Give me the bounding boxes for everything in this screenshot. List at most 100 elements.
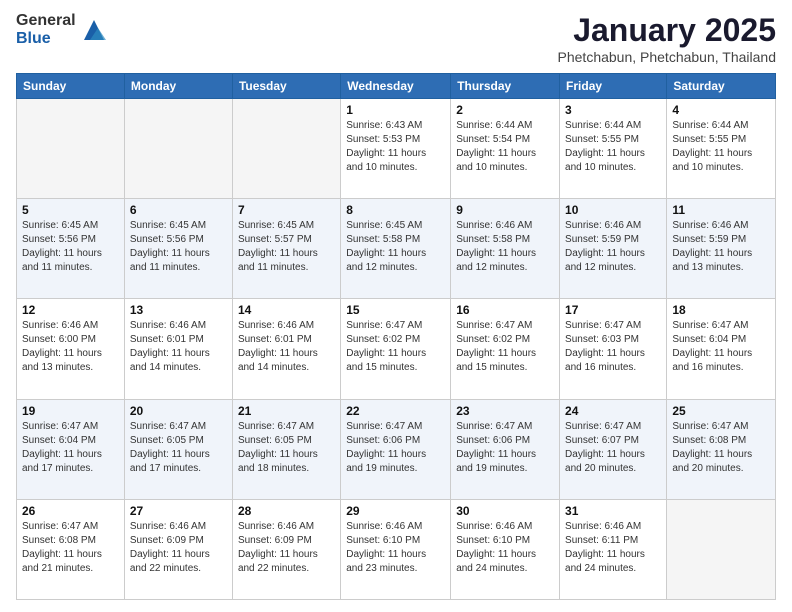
day-info: Sunrise: 6:46 AMSunset: 6:10 PMDaylight:… xyxy=(456,520,554,576)
logo: General Blue xyxy=(16,12,108,47)
day-number: 2 xyxy=(456,103,554,117)
calendar-day-cell: 31 Sunrise: 6:46 AMSunset: 6:11 PMDayligh… xyxy=(560,499,667,599)
logo-blue: Blue xyxy=(16,30,76,48)
day-number: 8 xyxy=(346,203,445,217)
calendar-day-cell: 14 Sunrise: 6:46 AMSunset: 6:01 PMDayligh… xyxy=(232,299,340,399)
day-number: 4 xyxy=(672,103,770,117)
day-number: 14 xyxy=(238,303,335,317)
logo-icon xyxy=(80,16,108,44)
calendar-day-cell xyxy=(667,499,776,599)
calendar-day-cell: 18 Sunrise: 6:47 AMSunset: 6:04 PMDayligh… xyxy=(667,299,776,399)
day-number: 22 xyxy=(346,404,445,418)
day-info: Sunrise: 6:47 AMSunset: 6:05 PMDaylight:… xyxy=(130,420,227,476)
day-info: Sunrise: 6:45 AMSunset: 5:57 PMDaylight:… xyxy=(238,219,335,275)
calendar-day-cell: 19Sunrise: 6:47 AMSunset: 6:04 PMDayligh… xyxy=(17,399,125,499)
weekday-header-cell: Monday xyxy=(124,74,232,99)
calendar-day-cell xyxy=(124,99,232,199)
day-number: 3 xyxy=(565,103,661,117)
day-number: 7 xyxy=(238,203,335,217)
day-number: 13 xyxy=(130,303,227,317)
weekday-header-cell: Saturday xyxy=(667,74,776,99)
day-number: 25 xyxy=(672,404,770,418)
day-info: Sunrise: 6:46 AMSunset: 6:09 PMDaylight:… xyxy=(130,520,227,576)
day-info: Sunrise: 6:46 AMSunset: 6:01 PMDaylight:… xyxy=(238,319,335,375)
day-number: 5 xyxy=(22,203,119,217)
day-number: 31 xyxy=(565,504,661,518)
day-info: Sunrise: 6:44 AMSunset: 5:55 PMDaylight:… xyxy=(672,119,770,175)
calendar-day-cell: 24 Sunrise: 6:47 AMSunset: 6:07 PMDayligh… xyxy=(560,399,667,499)
weekday-header-cell: Wednesday xyxy=(341,74,451,99)
day-number: 27 xyxy=(130,504,227,518)
calendar-day-cell: 9Sunrise: 6:46 AMSunset: 5:58 PMDaylight… xyxy=(451,199,560,299)
calendar-day-cell: 5 Sunrise: 6:45 AMSunset: 5:56 PMDaylight… xyxy=(17,199,125,299)
day-info: Sunrise: 6:47 AMSunset: 6:07 PMDaylight:… xyxy=(565,420,661,476)
day-info: Sunrise: 6:46 AMSunset: 6:00 PMDaylight:… xyxy=(22,319,119,375)
page: General Blue January 2025 Phetchabun, Ph… xyxy=(0,0,792,612)
main-title: January 2025 xyxy=(558,12,776,49)
day-info: Sunrise: 6:47 AMSunset: 6:02 PMDaylight:… xyxy=(456,319,554,375)
calendar-body: 1 Sunrise: 6:43 AMSunset: 5:53 PMDaylight… xyxy=(17,99,776,600)
calendar-table: SundayMondayTuesdayWednesdayThursdayFrid… xyxy=(16,73,776,600)
calendar-week-row: 26Sunrise: 6:47 AMSunset: 6:08 PMDayligh… xyxy=(17,499,776,599)
day-number: 30 xyxy=(456,504,554,518)
day-info: Sunrise: 6:45 AMSunset: 5:56 PMDaylight:… xyxy=(130,219,227,275)
day-info: Sunrise: 6:47 AMSunset: 6:04 PMDaylight:… xyxy=(22,420,119,476)
calendar-day-cell: 28Sunrise: 6:46 AMSunset: 6:09 PMDayligh… xyxy=(232,499,340,599)
calendar-day-cell: 16 Sunrise: 6:47 AMSunset: 6:02 PMDayligh… xyxy=(451,299,560,399)
day-number: 15 xyxy=(346,303,445,317)
day-info: Sunrise: 6:46 AMSunset: 5:59 PMDaylight:… xyxy=(565,219,661,275)
calendar-day-cell: 27 Sunrise: 6:46 AMSunset: 6:09 PMDayligh… xyxy=(124,499,232,599)
day-info: Sunrise: 6:47 AMSunset: 6:08 PMDaylight:… xyxy=(672,420,770,476)
day-number: 12 xyxy=(22,303,119,317)
day-number: 29 xyxy=(346,504,445,518)
day-info: Sunrise: 6:47 AMSunset: 6:08 PMDaylight:… xyxy=(22,520,119,576)
calendar-day-cell: 11Sunrise: 6:46 AMSunset: 5:59 PMDayligh… xyxy=(667,199,776,299)
day-info: Sunrise: 6:47 AMSunset: 6:05 PMDaylight:… xyxy=(238,420,335,476)
day-number: 17 xyxy=(565,303,661,317)
calendar-day-cell: 20 Sunrise: 6:47 AMSunset: 6:05 PMDayligh… xyxy=(124,399,232,499)
day-info: Sunrise: 6:47 AMSunset: 6:02 PMDaylight:… xyxy=(346,319,445,375)
calendar-day-cell: 30 Sunrise: 6:46 AMSunset: 6:10 PMDayligh… xyxy=(451,499,560,599)
day-info: Sunrise: 6:46 AMSunset: 6:10 PMDaylight:… xyxy=(346,520,445,576)
calendar-day-cell xyxy=(17,99,125,199)
logo-general: General xyxy=(16,12,76,30)
calendar-day-cell: 1 Sunrise: 6:43 AMSunset: 5:53 PMDaylight… xyxy=(341,99,451,199)
calendar-day-cell: 13 Sunrise: 6:46 AMSunset: 6:01 PMDayligh… xyxy=(124,299,232,399)
day-number: 28 xyxy=(238,504,335,518)
calendar-day-cell: 2 Sunrise: 6:44 AMSunset: 5:54 PMDaylight… xyxy=(451,99,560,199)
day-number: 11 xyxy=(672,203,770,217)
calendar-day-cell: 22Sunrise: 6:47 AMSunset: 6:06 PMDayligh… xyxy=(341,399,451,499)
calendar-day-cell: 26Sunrise: 6:47 AMSunset: 6:08 PMDayligh… xyxy=(17,499,125,599)
day-info: Sunrise: 6:43 AMSunset: 5:53 PMDaylight:… xyxy=(346,119,445,175)
calendar-day-cell: 25 Sunrise: 6:47 AMSunset: 6:08 PMDayligh… xyxy=(667,399,776,499)
calendar-day-cell: 12 Sunrise: 6:46 AMSunset: 6:00 PMDayligh… xyxy=(17,299,125,399)
subtitle: Phetchabun, Phetchabun, Thailand xyxy=(558,49,776,65)
calendar-day-cell xyxy=(232,99,340,199)
day-number: 24 xyxy=(565,404,661,418)
weekday-header-cell: Thursday xyxy=(451,74,560,99)
calendar-week-row: 12 Sunrise: 6:46 AMSunset: 6:00 PMDayligh… xyxy=(17,299,776,399)
calendar-day-cell: 10Sunrise: 6:46 AMSunset: 5:59 PMDayligh… xyxy=(560,199,667,299)
day-info: Sunrise: 6:45 AMSunset: 5:56 PMDaylight:… xyxy=(22,219,119,275)
day-number: 1 xyxy=(346,103,445,117)
day-number: 23 xyxy=(456,404,554,418)
day-info: Sunrise: 6:47 AMSunset: 6:03 PMDaylight:… xyxy=(565,319,661,375)
day-info: Sunrise: 6:44 AMSunset: 5:54 PMDaylight:… xyxy=(456,119,554,175)
day-info: Sunrise: 6:47 AMSunset: 6:04 PMDaylight:… xyxy=(672,319,770,375)
day-number: 21 xyxy=(238,404,335,418)
day-info: Sunrise: 6:45 AMSunset: 5:58 PMDaylight:… xyxy=(346,219,445,275)
header: General Blue January 2025 Phetchabun, Ph… xyxy=(16,12,776,65)
day-number: 16 xyxy=(456,303,554,317)
day-number: 18 xyxy=(672,303,770,317)
day-number: 9 xyxy=(456,203,554,217)
calendar-day-cell: 15 Sunrise: 6:47 AMSunset: 6:02 PMDayligh… xyxy=(341,299,451,399)
weekday-header-cell: Tuesday xyxy=(232,74,340,99)
day-info: Sunrise: 6:46 AMSunset: 6:11 PMDaylight:… xyxy=(565,520,661,576)
calendar-day-cell: 7 Sunrise: 6:45 AMSunset: 5:57 PMDaylight… xyxy=(232,199,340,299)
day-number: 20 xyxy=(130,404,227,418)
day-info: Sunrise: 6:46 AMSunset: 6:01 PMDaylight:… xyxy=(130,319,227,375)
day-number: 6 xyxy=(130,203,227,217)
calendar-day-cell: 6 Sunrise: 6:45 AMSunset: 5:56 PMDaylight… xyxy=(124,199,232,299)
calendar-day-cell: 3Sunrise: 6:44 AMSunset: 5:55 PMDaylight… xyxy=(560,99,667,199)
calendar-day-cell: 4 Sunrise: 6:44 AMSunset: 5:55 PMDaylight… xyxy=(667,99,776,199)
